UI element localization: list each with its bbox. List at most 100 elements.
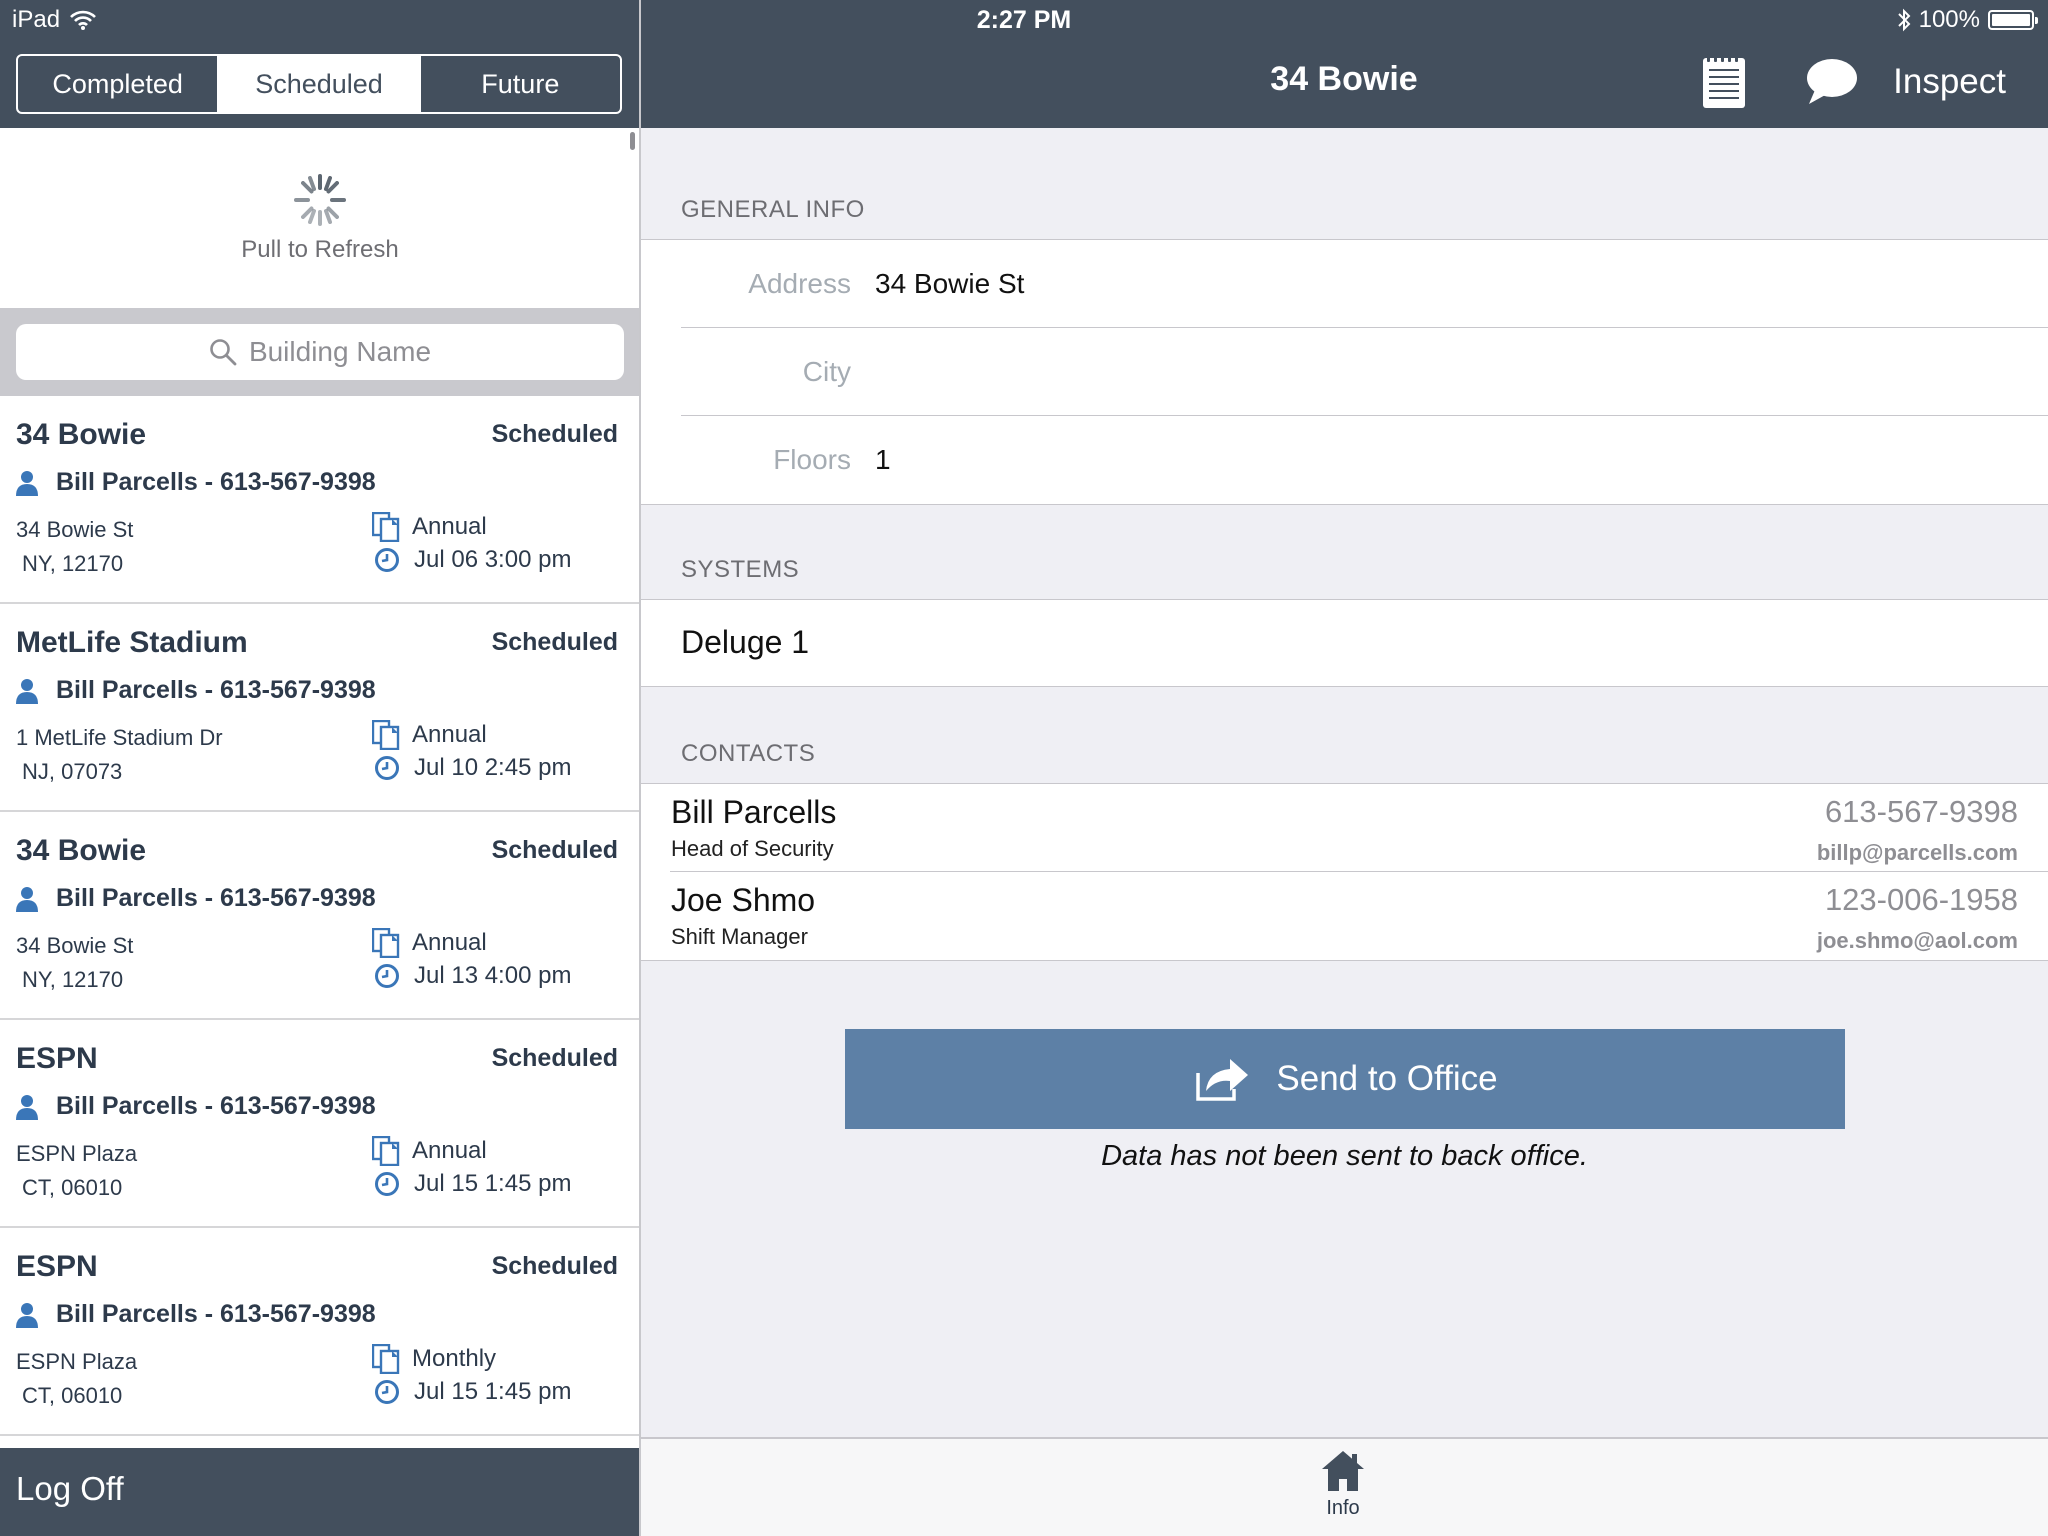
contact-row[interactable]: Bill Parcells Head of Security 613-567-9…	[641, 784, 2048, 872]
contact-text: Bill Parcells - 613-567-9398	[56, 676, 376, 704]
tab-bar: Info	[641, 1437, 2048, 1536]
page-title: 34 Bowie	[1270, 60, 1418, 98]
inspection-date: Jul 10 2:45 pm	[374, 754, 571, 782]
contact-line: Bill Parcells - 613-567-9398	[16, 884, 376, 913]
contact-text: Bill Parcells - 613-567-9398	[56, 1300, 376, 1328]
contact-text: Bill Parcells - 613-567-9398	[56, 1092, 376, 1120]
inspection-type: Annual	[372, 512, 487, 542]
building-name: ESPN	[16, 1042, 98, 1075]
type-text: Monthly	[412, 1345, 497, 1372]
type-text: Annual	[412, 721, 487, 748]
detail-panel: GENERAL INFO Address 34 Bowie St City Fl…	[641, 128, 2048, 1536]
general-info-group: Address 34 Bowie St City Floors 1	[641, 239, 2048, 505]
type-text: Annual	[412, 513, 487, 540]
top-bar: iPad 2:27 PM 100% Completed Scheduled Fu…	[0, 0, 2048, 128]
share-icon	[1196, 1059, 1249, 1101]
inspection-date: Jul 13 4:00 pm	[374, 962, 571, 990]
contact-text: Bill Parcells - 613-567-9398	[56, 884, 376, 912]
contact-line: Bill Parcells - 613-567-9398	[16, 1300, 376, 1329]
inspection-type: Annual	[372, 1136, 487, 1166]
list-item[interactable]: 34 Bowie Scheduled Bill Parcells - 613-5…	[0, 396, 640, 604]
person-icon	[16, 678, 38, 704]
floors-field[interactable]: Floors 1	[641, 416, 2048, 504]
contact-row[interactable]: Joe Shmo Shift Manager 123-006-1958 joe.…	[641, 872, 2048, 960]
address-line2: CT, 06010	[22, 1383, 123, 1408]
inspection-date: Jul 06 3:00 pm	[374, 546, 571, 574]
address-line1: 34 Bowie St	[16, 517, 134, 542]
status-label: Scheduled	[491, 628, 618, 656]
tab-info[interactable]: Info	[1293, 1449, 1393, 1520]
battery-icon	[1988, 10, 2038, 30]
clock-icon	[375, 548, 399, 572]
inspection-date: Jul 15 1:45 pm	[374, 1170, 571, 1198]
inspection-type: Annual	[372, 720, 487, 750]
type-text: Annual	[412, 1137, 487, 1164]
send-button-label: Send to Office	[1276, 1059, 1498, 1098]
inspection-date: Jul 15 1:45 pm	[374, 1378, 571, 1406]
contact-name: Joe Shmo	[671, 882, 816, 918]
contact-text: Bill Parcells - 613-567-9398	[56, 468, 376, 496]
contact-phone[interactable]: 123-006-1958	[1825, 882, 2018, 918]
contacts-group: Bill Parcells Head of Security 613-567-9…	[641, 783, 2048, 961]
contact-phone[interactable]: 613-567-9398	[1825, 794, 2018, 830]
field-label: Floors	[773, 444, 851, 475]
clock-icon	[375, 1380, 399, 1404]
date-text: Jul 15 1:45 pm	[414, 1170, 572, 1197]
date-text: Jul 13 4:00 pm	[414, 962, 572, 989]
send-status-note: Data has not been sent to back office.	[1101, 1140, 1588, 1172]
segment-scheduled[interactable]: Scheduled	[219, 56, 421, 112]
status-label: Scheduled	[491, 1044, 618, 1072]
status-label: Scheduled	[491, 420, 618, 448]
document-icon	[372, 928, 400, 958]
home-icon	[1322, 1451, 1364, 1491]
address-line2: NJ, 07073	[22, 759, 123, 784]
inspection-type: Monthly	[372, 1344, 496, 1374]
segment-future[interactable]: Future	[421, 56, 620, 112]
status-label: Scheduled	[491, 1252, 618, 1280]
contact-line: Bill Parcells - 613-567-9398	[16, 1092, 376, 1121]
address-line1: ESPN Plaza	[16, 1349, 138, 1374]
list-item[interactable]: MetLife Stadium Scheduled Bill Parcells …	[0, 604, 640, 812]
list-item[interactable]: 34 Bowie Scheduled Bill Parcells - 613-5…	[0, 812, 640, 1020]
field-value: 1	[875, 444, 891, 475]
clock-icon	[375, 756, 399, 780]
tab-info-label: Info	[1326, 1497, 1360, 1519]
send-to-office-button[interactable]: Send to Office	[845, 1029, 1845, 1129]
building-name: ESPN	[16, 1250, 98, 1283]
person-icon	[16, 1094, 38, 1120]
speech-bubble-icon[interactable]	[1805, 56, 1859, 108]
building-name: 34 Bowie	[16, 418, 147, 451]
address-line2: NY, 12170	[22, 967, 124, 992]
city-field[interactable]: City	[641, 328, 2048, 416]
building-name: 34 Bowie	[16, 834, 147, 867]
contact-role: Shift Manager	[671, 924, 808, 949]
list-item[interactable]: ESPN Scheduled Bill Parcells - 613-567-9…	[0, 1020, 640, 1228]
segmented-control: Completed Scheduled Future	[16, 54, 622, 114]
status-label: Scheduled	[491, 836, 618, 864]
field-label: Address	[748, 268, 851, 299]
document-icon	[372, 1136, 400, 1166]
document-icon	[372, 720, 400, 750]
address-line2: NY, 12170	[22, 551, 124, 576]
contact-email[interactable]: billp@parcells.com	[1817, 840, 2018, 866]
systems-group: Deluge 1	[641, 599, 2048, 687]
contact-email[interactable]: joe.shmo@aol.com	[1817, 928, 2018, 954]
inspection-list-panel: Pull to Refresh Building Name 34 Bowie S…	[0, 128, 640, 1536]
segment-completed[interactable]: Completed	[18, 56, 220, 112]
battery-percent: 100%	[1918, 6, 1980, 33]
date-text: Jul 15 1:45 pm	[414, 1378, 572, 1405]
pull-to-refresh[interactable]: Pull to Refresh	[0, 128, 640, 308]
building-name: MetLife Stadium	[16, 626, 248, 659]
logoff-button[interactable]: Log Off	[0, 1448, 640, 1536]
systems-header: SYSTEMS	[681, 556, 800, 583]
refresh-label: Pull to Refresh	[241, 236, 399, 263]
inspect-button[interactable]: Inspect	[1893, 62, 2006, 102]
system-item[interactable]: Deluge 1	[641, 600, 2048, 686]
contact-name: Bill Parcells	[671, 794, 837, 830]
list-item[interactable]: ESPN Scheduled Bill Parcells - 613-567-9…	[0, 1228, 640, 1436]
search-input[interactable]: Building Name	[16, 324, 624, 380]
notepad-icon[interactable]	[1701, 52, 1747, 110]
status-bar-right: 100%	[1897, 6, 2038, 34]
address-field[interactable]: Address 34 Bowie St	[641, 240, 2048, 328]
scrollbar[interactable]	[630, 132, 635, 150]
